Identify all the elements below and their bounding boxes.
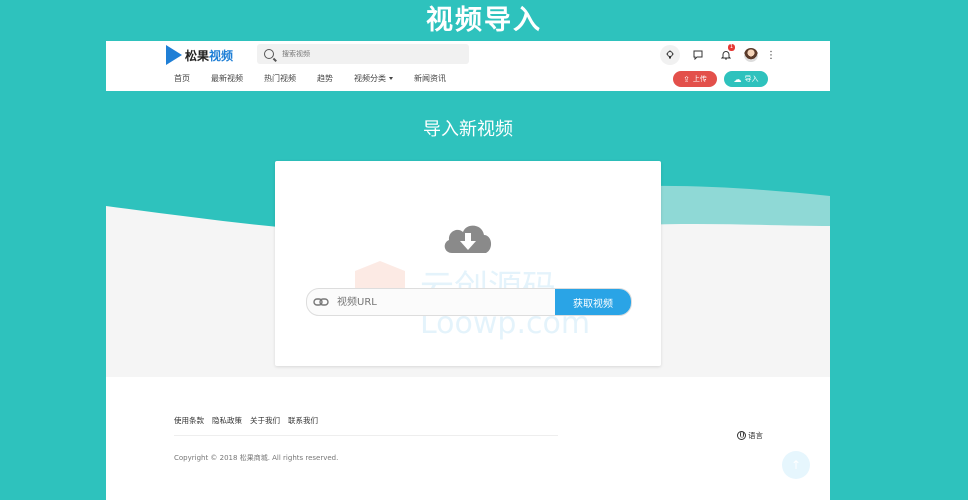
header-actions: 1 ⋮: [660, 44, 776, 65]
link-icon: [313, 298, 329, 306]
video-url-form: 获取视频: [306, 288, 632, 316]
theme-toggle-button[interactable]: [660, 45, 680, 65]
search-input[interactable]: [280, 49, 464, 59]
site-header: 松果视频 1 ⋮ 首页: [106, 41, 830, 91]
upload-button[interactable]: ⇪ 上传: [673, 71, 717, 87]
cloud-import-icon: ☁: [733, 74, 742, 84]
messages-button[interactable]: [688, 45, 708, 65]
chevron-down-icon: [389, 77, 393, 80]
footer-divider: [174, 435, 558, 436]
footer-links: 使用条款 隐私政策 关于我们 联系我们: [174, 415, 318, 426]
upload-label: 上传: [692, 75, 707, 83]
globe-icon: [737, 431, 746, 440]
main-nav: 首页 最新视频 热门视频 趋势 视频分类 新闻资讯 ⇪ 上传 ☁ 导入: [106, 68, 830, 91]
language-label: 语言: [748, 431, 763, 440]
nav-item-home[interactable]: 首页: [174, 73, 190, 84]
video-url-input[interactable]: [335, 295, 555, 309]
upload-icon: ⇪: [683, 74, 690, 84]
site-logo[interactable]: 松果视频: [166, 44, 233, 66]
footer-link-contact[interactable]: 联系我们: [288, 415, 318, 426]
footer-link-terms[interactable]: 使用条款: [174, 415, 204, 426]
import-label: 导入: [744, 75, 759, 83]
more-icon[interactable]: ⋮: [766, 50, 776, 61]
nav-categories-label: 视频分类: [354, 74, 386, 83]
avatar[interactable]: [744, 48, 758, 62]
copyright-text: Copyright © 2018 松果商城. All rights reserv…: [174, 454, 339, 462]
import-card: 云创源码 Loowp.com 获取视频: [275, 161, 661, 366]
bulb-icon: [666, 50, 674, 59]
arrow-up-icon: ↑: [790, 458, 802, 472]
app-frame: 松果视频 1 ⋮ 首页: [106, 41, 830, 500]
notification-badge: 1: [728, 44, 735, 51]
site-footer: 使用条款 隐私政策 关于我们 联系我们 语言 Copyright © 2018 …: [106, 377, 830, 500]
page-banner-title: 视频导入: [426, 5, 542, 36]
footer-link-privacy[interactable]: 隐私政策: [212, 415, 242, 426]
fetch-video-button[interactable]: 获取视频: [555, 289, 631, 315]
page-title: 导入新视频: [423, 119, 513, 140]
cloud-download-icon: [444, 225, 492, 253]
nav-item-latest[interactable]: 最新视频: [211, 73, 243, 84]
logo-text: 松果视频: [185, 48, 234, 63]
nav-item-popular[interactable]: 热门视频: [264, 73, 296, 84]
import-button[interactable]: ☁ 导入: [724, 71, 768, 87]
nav-item-categories[interactable]: 视频分类: [354, 73, 393, 84]
chat-icon: [693, 50, 703, 60]
back-to-top-button[interactable]: ↑: [782, 451, 810, 479]
nav-item-news[interactable]: 新闻资讯: [414, 73, 446, 84]
search-bar[interactable]: [257, 44, 469, 64]
top-bar: 松果视频 1 ⋮: [106, 41, 830, 68]
play-logo-icon: [166, 45, 182, 65]
bell-icon: [721, 51, 731, 60]
search-icon: [264, 49, 274, 59]
language-selector[interactable]: 语言: [737, 430, 763, 441]
footer-link-about[interactable]: 关于我们: [250, 415, 280, 426]
notifications-button[interactable]: 1: [716, 44, 736, 65]
nav-item-trending[interactable]: 趋势: [317, 73, 333, 84]
